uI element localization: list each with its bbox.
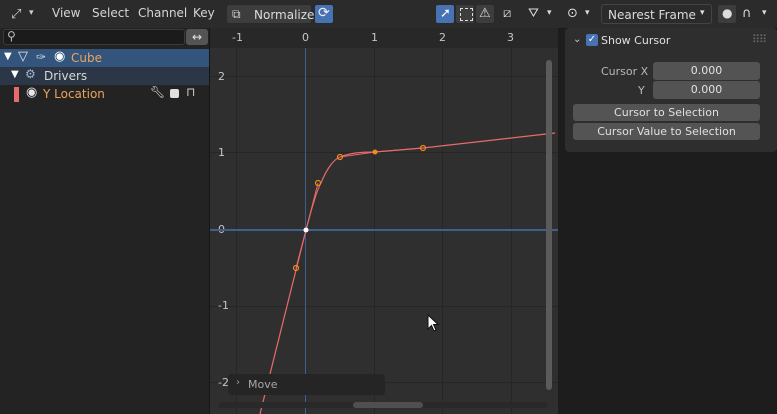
curve-path bbox=[259, 132, 556, 414]
chevron-right-icon: › bbox=[236, 377, 240, 388]
box-select-icon bbox=[460, 8, 473, 21]
graph-editor-icon: ⤢ bbox=[11, 7, 22, 22]
f-curve bbox=[259, 132, 556, 414]
vertical-scrollbar[interactable] bbox=[546, 60, 552, 390]
horizontal-scrollbar-thumb[interactable] bbox=[353, 402, 423, 408]
mouse-cursor-icon bbox=[427, 314, 440, 332]
cursor-to-selection-button[interactable]: Cursor to Selection bbox=[573, 104, 760, 121]
cursor-to-selection-label: Cursor to Selection bbox=[614, 106, 719, 119]
wrench-icon[interactable]: 🔧︎ bbox=[150, 85, 165, 99]
drag-handle-icon[interactable]: ⠿⠿ bbox=[752, 33, 767, 46]
normalize-toggle[interactable]: ⧉ Normalize bbox=[226, 4, 315, 24]
eye-icon[interactable]: ◉ bbox=[26, 85, 37, 100]
view-icon: ⧄ bbox=[503, 6, 512, 21]
y-label: Y bbox=[638, 84, 645, 97]
graph-editor-header: ⤢ ▾ View Select Channel Key ⧉ Normalize … bbox=[0, 0, 777, 29]
graph-area[interactable]: -1 0 1 2 3 2 1 0 -1 -2 bbox=[210, 28, 558, 414]
pivot-icon: ⊙ bbox=[567, 6, 578, 21]
show-cursor-checkbox[interactable]: ✓ bbox=[586, 34, 598, 46]
proportional-edit-button[interactable]: ● bbox=[717, 4, 737, 24]
chevron-down-icon: ▾ bbox=[700, 8, 705, 18]
normalize-icon: ⧉ bbox=[232, 7, 241, 21]
cursor-y-value: 0.000 bbox=[690, 83, 723, 96]
channel-drivers-label: Drivers bbox=[44, 69, 88, 83]
search-icon: ⚲ bbox=[7, 29, 16, 43]
menu-key[interactable]: Key bbox=[193, 6, 215, 20]
expand-triangle-icon[interactable]: ▼ bbox=[4, 51, 12, 62]
menu-channel[interactable]: Channel bbox=[138, 6, 187, 20]
keyframe-point bbox=[303, 227, 309, 233]
menu-view[interactable]: View bbox=[52, 6, 80, 20]
chevron-down-icon: ▾ bbox=[585, 8, 590, 18]
swap-arrows-icon: ↔ bbox=[191, 30, 203, 44]
show-cursor-panel: ⌄ ✓ Show Cursor ⠿⠿ Cursor X 0.000 Y 0.00… bbox=[565, 28, 777, 152]
handle-line bbox=[374, 147, 424, 153]
cursor-x-field[interactable]: 0.000 bbox=[653, 62, 760, 80]
editor-type-button[interactable]: ⤢ ▾ bbox=[6, 5, 40, 24]
chevron-down-icon: ▾ bbox=[29, 8, 34, 18]
snap-mode-select[interactable]: Nearest Frame ▾ bbox=[601, 4, 712, 24]
filter-dropdown[interactable]: ⛛ ▾ bbox=[525, 4, 557, 24]
pin-icon[interactable]: ✑ bbox=[36, 50, 46, 64]
view-toggle-button[interactable]: ⧄ bbox=[499, 4, 519, 24]
cursor-x-value: 0.000 bbox=[690, 64, 723, 77]
filter-icon: ⛛ bbox=[528, 6, 539, 21]
handle-line bbox=[295, 229, 307, 269]
cursor-arrow-icon: ➚ bbox=[440, 6, 451, 21]
channel-color-swatch bbox=[14, 87, 19, 102]
cursor-x-label: Cursor X bbox=[601, 65, 649, 78]
pivot-dropdown[interactable]: ⊙ ▾ bbox=[564, 4, 594, 24]
channel-row-drivers[interactable]: ▼ ⚙ Drivers bbox=[0, 67, 209, 85]
collapse-chevron-icon[interactable]: ⌄ bbox=[573, 34, 581, 45]
swap-filter-button[interactable]: ↔ bbox=[186, 29, 208, 45]
object-data-icon: ▽ bbox=[18, 49, 28, 64]
snap-mode-value: Nearest Frame bbox=[608, 8, 696, 22]
warning-icon: ⚠ bbox=[479, 6, 491, 21]
keyframe-point bbox=[372, 149, 378, 155]
chevron-down-icon: ▾ bbox=[547, 8, 552, 18]
auto-normalize-button[interactable]: ⟳ bbox=[314, 4, 334, 24]
eye-icon[interactable]: ◉ bbox=[54, 49, 65, 64]
driver-icon: ⚙ bbox=[25, 67, 36, 81]
falloff-curve-icon: ∩ bbox=[742, 6, 752, 21]
menu-select[interactable]: Select bbox=[92, 6, 129, 20]
proportional-icon: ● bbox=[722, 6, 733, 20]
channel-row-y-location[interactable]: ◉ Y Location 🔧︎ ⊓ bbox=[0, 85, 209, 103]
channel-row-cube[interactable]: ▼ ▽ ✑ ◉ Cube bbox=[0, 49, 209, 67]
channel-search-input[interactable]: ⚲ bbox=[3, 29, 185, 45]
operator-label: Move bbox=[248, 378, 278, 391]
select-tool-button[interactable]: ➚ bbox=[435, 4, 455, 24]
show-cursor-label: Show Cursor bbox=[601, 34, 671, 47]
channel-y-location-label: Y Location bbox=[43, 87, 105, 101]
cursor-value-to-selection-button[interactable]: Cursor Value to Selection bbox=[573, 123, 760, 140]
lock-icon[interactable]: ⊓ bbox=[186, 85, 195, 99]
cursor-value-to-selection-label: Cursor Value to Selection bbox=[597, 125, 736, 138]
last-operator-panel[interactable]: › Move bbox=[228, 374, 385, 395]
normalize-label: Normalize bbox=[254, 8, 315, 22]
refresh-icon: ⟳ bbox=[318, 5, 330, 21]
mute-checkbox[interactable] bbox=[170, 89, 179, 98]
warning-filter-button[interactable]: ⚠ bbox=[475, 4, 495, 24]
cursor-y-field[interactable]: 0.000 bbox=[653, 81, 760, 99]
falloff-dropdown[interactable]: ∩ ▾ bbox=[739, 4, 773, 24]
expand-triangle-icon[interactable]: ▼ bbox=[11, 69, 19, 80]
channel-cube-label: Cube bbox=[71, 51, 102, 65]
handle-line bbox=[305, 182, 319, 231]
chevron-down-icon: ▾ bbox=[762, 8, 767, 18]
box-select-button[interactable] bbox=[455, 4, 475, 24]
